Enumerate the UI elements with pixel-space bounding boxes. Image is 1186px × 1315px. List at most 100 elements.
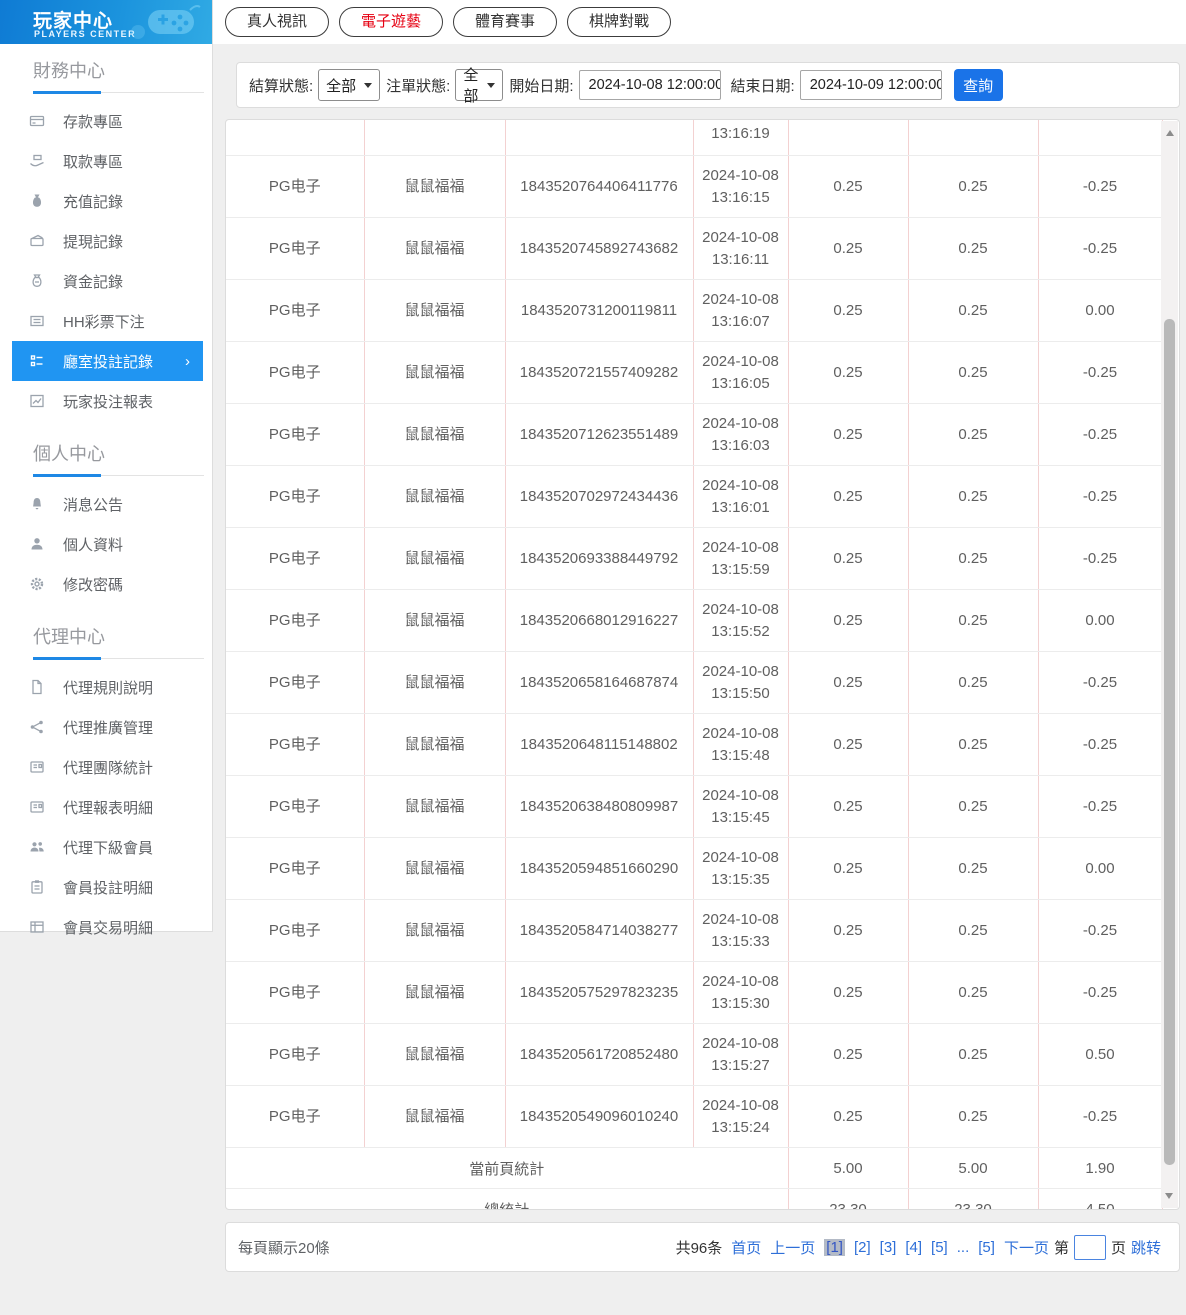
table-row-partial: 13:16:19 (226, 120, 1163, 156)
jump-button[interactable]: 跳转 (1131, 1237, 1161, 1258)
sidebar-item-deposit[interactable]: 存款專區 (0, 101, 212, 141)
jump-prefix: 第 (1053, 1239, 1069, 1257)
bell-icon (28, 496, 45, 513)
cell-bet: 0.25 (788, 651, 909, 714)
table-row: PG电子 鼠鼠福福 1843520745892743682 2024-10-08 13:… (226, 217, 1163, 280)
sidebar-item-announcements[interactable]: 消息公告 (0, 484, 212, 524)
sidebar-item-label: 資金記錄 (63, 273, 124, 291)
cell-bet: 0.25 (788, 279, 909, 342)
bet-records-panel: 13:16:19 PG电子 鼠鼠福福 1843520764406411776 2024-… (225, 119, 1180, 1210)
settle-status-select[interactable]: 全部 (318, 69, 381, 101)
sidebar-item-hh-lottery[interactable]: HH彩票下注 (0, 301, 212, 341)
cell-order-no: 1843520668012916227 (505, 589, 694, 652)
start-date-input[interactable] (578, 70, 721, 100)
sidebar-item-agent-rules[interactable]: 代理規則說明 (0, 667, 212, 707)
last-page-link[interactable]: [5] (978, 1239, 995, 1256)
scroll-up-arrow-icon[interactable] (1165, 130, 1174, 136)
cell-time: 2024-10-08 13:15:33 (693, 899, 789, 962)
tab-electronic-games[interactable]: 電子遊藝 (339, 7, 444, 37)
page-link-current[interactable]: [1] (824, 1238, 845, 1256)
cell-provider: PG电子 (226, 961, 365, 1024)
cell-provider: PG电子 (226, 527, 365, 590)
sidebar-item-label: 代理下級會員 (63, 839, 154, 857)
cell-order-no: 1843520693388449792 (505, 527, 694, 590)
prev-page-link[interactable]: 上一页 (770, 1237, 815, 1258)
sidebar-item-agent-report-detail[interactable]: 代理報表明細 (0, 787, 212, 827)
cell-game: 鼠鼠福福 (364, 589, 506, 652)
sidebar-item-change-password[interactable]: 修改密碼 (0, 564, 212, 604)
cell-time: 2024-10-08 13:15:24 (693, 1085, 789, 1148)
cell-bet: 0.25 (788, 403, 909, 466)
settle-status-label: 結算狀態: (249, 77, 314, 95)
cell-time: 2024-10-08 13:15:48 (693, 713, 789, 776)
cell-order-no: 1843520731200119811 (505, 279, 694, 342)
page-link-2[interactable]: [2] (854, 1239, 871, 1256)
cell-game: 鼠鼠福福 (364, 279, 506, 342)
page-link-4[interactable]: [4] (905, 1239, 922, 1256)
scrollbar-thumb[interactable] (1164, 319, 1175, 1165)
cell-order-no: 1843520594851660290 (505, 837, 694, 900)
scroll-down-arrow-icon[interactable] (1165, 1193, 1173, 1199)
summary-row: 總統計 23.30 23.30 4.50 (226, 1188, 1163, 1209)
sidebar-item-funds-records[interactable]: 資金記錄 (0, 261, 212, 301)
cell-provider (226, 120, 365, 156)
user-icon (28, 536, 45, 553)
sidebar-item-player-bet-report[interactable]: 玩家投注報表 (0, 381, 212, 421)
sidebar-item-room-bet-records[interactable]: 廳室投註記錄 › (12, 341, 203, 381)
share-icon (28, 719, 45, 736)
sidebar-item-agent-downline-members[interactable]: 代理下級會員 (0, 827, 212, 867)
sidebar-item-label: 代理推廣管理 (63, 719, 154, 737)
sidebar-item-withdraw[interactable]: 取款專區 (0, 141, 212, 181)
cell-win-loss: -0.25 (1038, 899, 1163, 962)
sidebar-item-member-transaction-detail[interactable]: 會員交易明細 (0, 907, 212, 947)
sidebar-item-recharge-records[interactable]: 充值記錄 (0, 181, 212, 221)
sidebar-item-profile[interactable]: 個人資料 (0, 524, 212, 564)
cell-valid-bet: 0.25 (908, 279, 1039, 342)
table-scrollbar[interactable] (1161, 121, 1178, 1208)
cell-game: 鼠鼠福福 (364, 1085, 506, 1148)
jump-page-input[interactable] (1073, 1234, 1106, 1260)
game-category-tabs: 真人視訊 電子遊藝 體育賽事 棋牌對戰 (225, 7, 672, 37)
tab-sports[interactable]: 體育賽事 (453, 7, 558, 37)
cell-win-loss: -0.25 (1038, 1085, 1163, 1148)
cell-time: 2024-10-08 13:16:07 (693, 279, 789, 342)
start-date-label: 開始日期: (509, 77, 574, 95)
section-finance-center: 財務中心 (33, 44, 204, 94)
sidebar-item-agent-promotion[interactable]: 代理推廣管理 (0, 707, 212, 747)
cell-game: 鼠鼠福福 (364, 961, 506, 1024)
agent-menu: 代理規則說明 代理推廣管理 代理團隊統計 代理報表明細 代理下級會員 會員投註明… (0, 659, 212, 953)
cell-win-loss: -0.25 (1038, 341, 1163, 404)
cell-order-no: 1843520648115148802 (505, 713, 694, 776)
cell-bet: 0.25 (788, 837, 909, 900)
order-status-select[interactable]: 全部 (455, 67, 504, 105)
chevron-down-icon (364, 82, 373, 88)
end-date-input[interactable] (799, 70, 942, 100)
first-page-link[interactable]: 首页 (731, 1237, 761, 1258)
pager-controls: 共96条 首页 上一页 [1] [2] [3] [4] [5] ... [5] … (667, 1234, 1161, 1260)
document-icon (28, 679, 45, 696)
sidebar-item-label: 會員交易明細 (63, 919, 154, 937)
tab-board-games[interactable]: 棋牌對戰 (567, 7, 672, 37)
cell-provider: PG电子 (226, 403, 365, 466)
next-page-link[interactable]: 下一页 (1004, 1237, 1049, 1258)
sidebar-item-member-bet-detail[interactable]: 會員投註明細 (0, 867, 212, 907)
page-link-3[interactable]: [3] (880, 1239, 897, 1256)
search-button[interactable]: 查詢 (953, 69, 1003, 101)
sidebar-item-label: HH彩票下注 (63, 313, 145, 331)
cell-time: 2024-10-08 13:16:15 (693, 155, 789, 218)
cell-provider: PG电子 (226, 713, 365, 776)
section-personal-center: 個人中心 (33, 427, 204, 477)
jump-suffix: 页 (1110, 1239, 1126, 1257)
summary-label: 當前頁統計 (226, 1147, 789, 1189)
cell-win-loss: 0.00 (1038, 837, 1163, 900)
sidebar-item-label: 代理團隊統計 (63, 759, 154, 777)
gear-icon (28, 576, 45, 593)
page-link-5[interactable]: [5] (931, 1239, 948, 1256)
table-row: PG电子 鼠鼠福福 1843520638480809987 2024-10-08 13:… (226, 775, 1163, 838)
tab-live-casino[interactable]: 真人視訊 (225, 7, 330, 37)
sidebar-item-agent-team-stats[interactable]: 代理團隊統計 (0, 747, 212, 787)
cell-order-no: 1843520658164687874 (505, 651, 694, 714)
pagination-bar: 每頁顯示20條 共96条 首页 上一页 [1] [2] [3] [4] [5] … (225, 1222, 1180, 1272)
sidebar-item-withdraw-records[interactable]: 提現記錄 (0, 221, 212, 261)
cell-valid-bet: 0.25 (908, 775, 1039, 838)
